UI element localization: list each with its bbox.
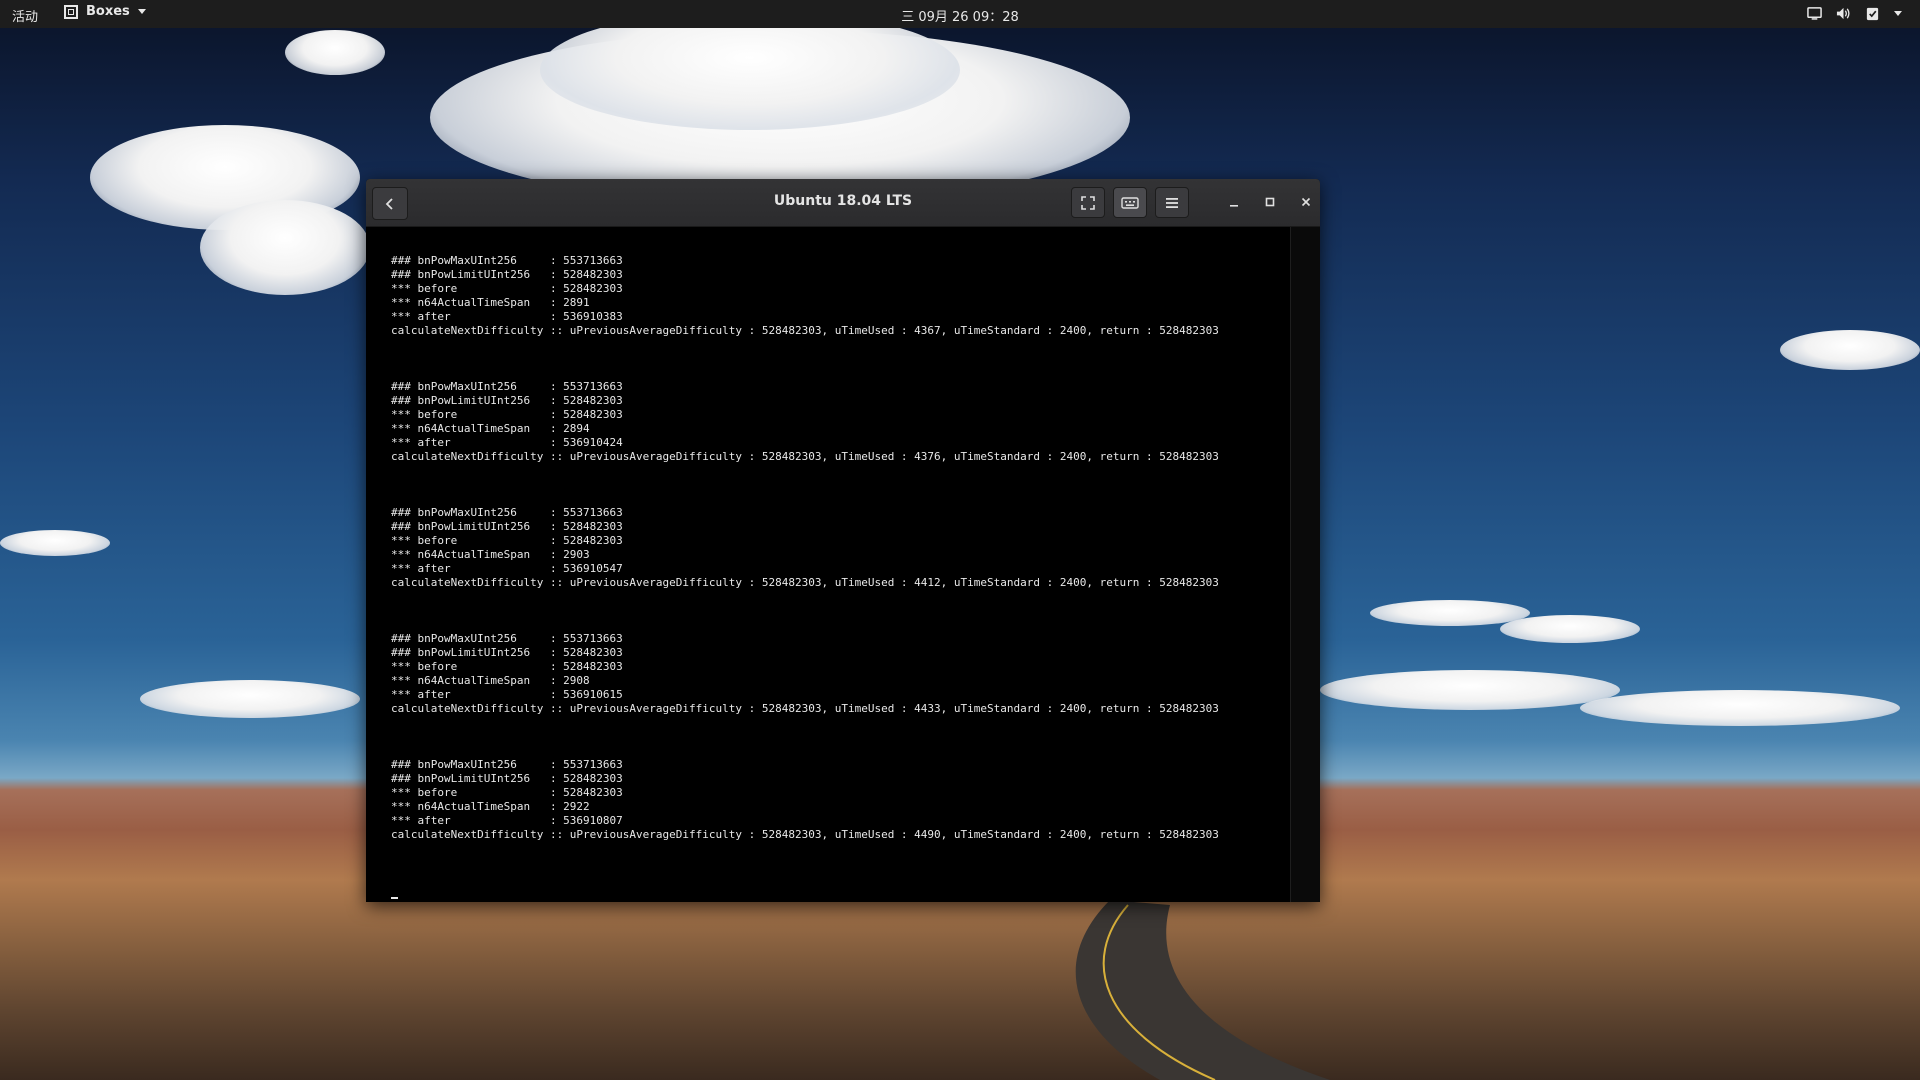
terminal-cursor	[391, 897, 398, 899]
window-title: Ubuntu 18.04 LTS	[773, 193, 913, 209]
chevron-down-icon	[1894, 11, 1902, 16]
system-status-area[interactable]	[1807, 6, 1902, 21]
log-line: *** before : 528482303	[391, 660, 623, 673]
log-line: *** n64ActualTimeSpan : 2908	[391, 674, 590, 687]
log-line: ### bnPowMaxUInt256 : 553713663	[391, 632, 623, 645]
log-line: ### bnPowLimitUInt256 : 528482303	[391, 394, 623, 407]
activities-button[interactable]: 活动	[12, 6, 38, 25]
log-line: *** before : 528482303	[391, 408, 623, 421]
close-icon	[1301, 197, 1311, 207]
menu-icon	[1166, 197, 1178, 208]
close-button[interactable]	[1295, 191, 1317, 213]
log-line: *** after : 536910383	[391, 310, 623, 323]
log-line: ### bnPowLimitUInt256 : 528482303	[391, 772, 623, 785]
clock-button[interactable]: 三 09月 26 09：28	[901, 10, 1019, 25]
keyboard-button[interactable]	[1113, 187, 1147, 218]
log-block: ### bnPowMaxUInt256 : 553713663 ### bnPo…	[391, 758, 1219, 842]
log-line: calculateNextDifficulty :: uPreviousAver…	[391, 828, 1219, 841]
console-side-panel	[1290, 227, 1320, 902]
log-block: ### bnPowMaxUInt256 : 553713663 ### bnPo…	[391, 254, 1219, 338]
minimize-icon	[1230, 205, 1238, 207]
log-line: calculateNextDifficulty :: uPreviousAver…	[391, 702, 1219, 715]
log-line: *** n64ActualTimeSpan : 2922	[391, 800, 590, 813]
log-line: calculateNextDifficulty :: uPreviousAver…	[391, 576, 1219, 589]
log-line: *** n64ActualTimeSpan : 2894	[391, 422, 590, 435]
keyboard-icon	[1121, 196, 1139, 209]
log-line: *** after : 536910807	[391, 814, 623, 827]
log-block: ### bnPowMaxUInt256 : 553713663 ### bnPo…	[391, 632, 1219, 716]
app-menu-button[interactable]: Boxes	[64, 4, 146, 19]
log-line: calculateNextDifficulty :: uPreviousAver…	[391, 324, 1219, 337]
log-line: ### bnPowMaxUInt256 : 553713663	[391, 254, 623, 267]
minimize-button[interactable]	[1223, 191, 1245, 213]
log-line: *** before : 528482303	[391, 282, 623, 295]
fullscreen-icon	[1081, 195, 1095, 210]
menu-button[interactable]	[1155, 187, 1189, 218]
log-line: *** before : 528482303	[391, 534, 623, 547]
chevron-down-icon	[137, 9, 146, 14]
boxes-app-icon	[64, 4, 78, 19]
display-icon	[1807, 7, 1822, 20]
log-block: ### bnPowMaxUInt256 : 553713663 ### bnPo…	[391, 380, 1219, 464]
vm-console-display[interactable]: ### bnPowMaxUInt256 : 553713663 ### bnPo…	[366, 227, 1290, 902]
log-line: *** after : 536910424	[391, 436, 623, 449]
log-line: calculateNextDifficulty :: uPreviousAver…	[391, 450, 1219, 463]
log-line: ### bnPowMaxUInt256 : 553713663	[391, 506, 623, 519]
log-line: *** n64ActualTimeSpan : 2903	[391, 548, 590, 561]
log-line: *** after : 536910615	[391, 688, 623, 701]
log-line: *** before : 528482303	[391, 786, 623, 799]
log-line: ### bnPowMaxUInt256 : 553713663	[391, 758, 623, 771]
log-line: ### bnPowMaxUInt256 : 553713663	[391, 380, 623, 393]
window-headerbar: Ubuntu 18.04 LTS	[366, 179, 1320, 227]
clipboard-check-icon	[1866, 7, 1879, 21]
maximize-icon	[1265, 197, 1275, 207]
log-line: ### bnPowLimitUInt256 : 528482303	[391, 268, 623, 281]
maximize-button[interactable]	[1259, 191, 1281, 213]
chevron-left-icon	[385, 197, 393, 210]
log-line: ### bnPowLimitUInt256 : 528482303	[391, 646, 623, 659]
clock-container: 三 09月 26 09：28	[0, 6, 1920, 25]
log-line: *** after : 536910547	[391, 562, 623, 575]
log-line: *** n64ActualTimeSpan : 2891	[391, 296, 590, 309]
log-block: ### bnPowMaxUInt256 : 553713663 ### bnPo…	[391, 506, 1219, 590]
top-bar: 活动 Boxes 三 09月 26 09：28	[0, 0, 1920, 28]
volume-icon	[1836, 7, 1850, 20]
boxes-window: Ubuntu 18.04 LTS ### bnPowMaxUInt256: 5…	[366, 179, 1320, 902]
fullscreen-button[interactable]	[1071, 187, 1105, 218]
app-menu-label: Boxes	[86, 4, 130, 19]
back-button[interactable]	[372, 187, 408, 220]
log-line: ### bnPowLimitUInt256 : 528482303	[391, 520, 623, 533]
